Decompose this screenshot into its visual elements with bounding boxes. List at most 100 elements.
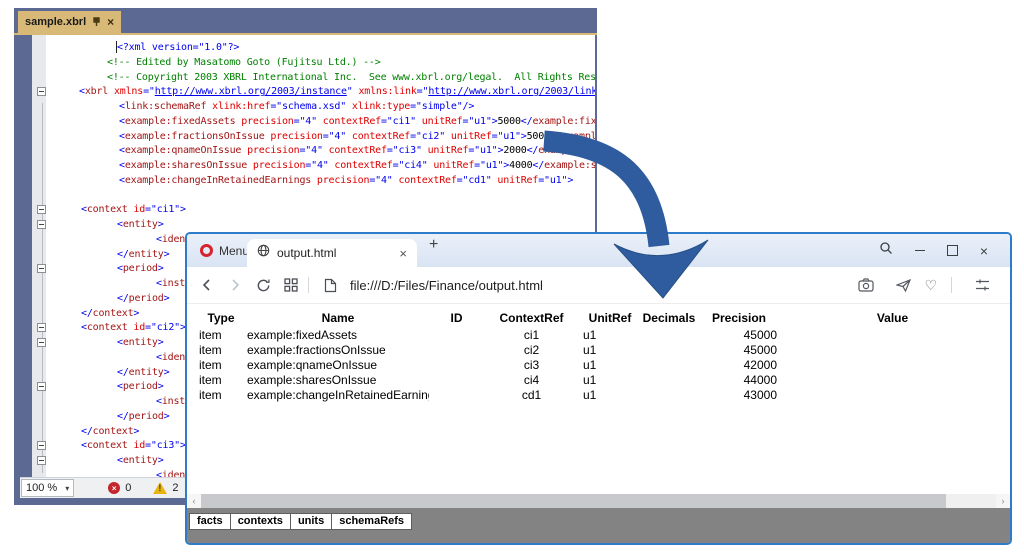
table-cell — [429, 387, 484, 402]
table-cell: u1 — [579, 357, 641, 372]
bottom-tab-bar: factscontextsunitsschemaRefs — [187, 508, 1010, 543]
column-header: Precision — [697, 310, 781, 327]
fold-marker[interactable] — [37, 338, 46, 347]
code-line: <entity> — [117, 455, 164, 467]
table-cell: u1 — [579, 372, 641, 387]
code-line: </context> — [81, 308, 139, 320]
table-cell: 44000 — [697, 372, 781, 387]
code-line: <example:changeInRetainedEarnings precis… — [119, 175, 573, 187]
table-cell: example:fractionsOnIssue — [247, 342, 429, 357]
code-line: <example:qnameOnIssue precision="4" cont… — [119, 145, 595, 157]
code-line: </entity> — [117, 367, 169, 379]
snapshot-camera-icon[interactable] — [854, 273, 878, 297]
fold-marker[interactable] — [37, 220, 46, 229]
table-cell: example:changeInRetainedEarnings — [247, 387, 429, 402]
code-line: <example:fixedAssets precision="4" conte… — [119, 116, 595, 128]
code-line: <!-- Edited by Masatomo Goto (Fujitsu Lt… — [107, 57, 381, 69]
page-content: TypeNameIDContextRefUnitRefDecimalsPreci… — [187, 304, 1010, 494]
code-line: <context id="ci3"> — [81, 440, 186, 452]
code-line: <period> — [117, 263, 164, 275]
toolbar-divider — [308, 277, 309, 293]
sheet-tab-contexts[interactable]: contexts — [231, 513, 291, 530]
column-header: Name — [247, 310, 429, 327]
warning-count: 2 — [172, 482, 178, 494]
back-icon[interactable] — [195, 273, 219, 297]
table-row: itemexample:changeInRetainedEarningscd1u… — [195, 387, 1004, 402]
error-count: 0 — [125, 482, 131, 494]
code-line: </period> — [117, 411, 169, 423]
fold-marker[interactable] — [37, 87, 46, 96]
tab-close-icon[interactable]: × — [399, 246, 407, 261]
new-tab-button[interactable]: + — [429, 236, 438, 254]
table-cell — [781, 387, 1004, 402]
table-cell — [429, 327, 484, 342]
table-cell — [641, 357, 697, 372]
code-line: <period> — [117, 381, 164, 393]
table-row: itemexample:qnameOnIssueci3u142000 — [195, 357, 1004, 372]
table-cell: example:qnameOnIssue — [247, 357, 429, 372]
table-cell — [781, 327, 1004, 342]
toolbar-right-icons: ♡ — [846, 273, 1010, 297]
fold-marker[interactable] — [37, 456, 46, 465]
window-controls: × — [879, 241, 1010, 260]
error-icon[interactable]: × — [108, 482, 120, 494]
browser-window: Menu output.html × + × — [185, 232, 1012, 545]
table-row: itemexample:fixedAssetsci1u145000 — [195, 327, 1004, 342]
sheet-tab-schemaRefs[interactable]: schemaRefs — [332, 513, 412, 530]
opera-logo-icon[interactable] — [200, 244, 213, 257]
address-bar[interactable]: file:///D:/Files/Finance/output.html — [350, 278, 543, 293]
table-cell: cd1 — [484, 387, 579, 402]
sheet-tab-units[interactable]: units — [291, 513, 332, 530]
code-line: <xbrl xmlns="http://www.xbrl.org/2003/in… — [79, 86, 595, 98]
table-row: itemexample:fractionsOnIssueci2u145000 — [195, 342, 1004, 357]
forward-icon[interactable] — [223, 273, 247, 297]
table-cell — [781, 342, 1004, 357]
table-cell — [429, 342, 484, 357]
send-to-device-icon[interactable] — [891, 273, 915, 297]
column-header: ID — [429, 310, 484, 327]
search-icon[interactable] — [879, 241, 893, 260]
browser-menu-button[interactable]: Menu — [219, 244, 249, 258]
minimize-button[interactable] — [915, 250, 925, 251]
table-cell: item — [195, 342, 247, 357]
pin-icon[interactable] — [92, 17, 101, 27]
table-cell — [429, 357, 484, 372]
code-line: </period> — [117, 293, 169, 305]
fold-marker[interactable] — [37, 205, 46, 214]
zoom-selector[interactable]: 100 % ▾ — [21, 479, 74, 497]
column-header: ContextRef — [484, 310, 579, 327]
table-cell: item — [195, 327, 247, 342]
browser-active-tab[interactable]: output.html × — [247, 239, 417, 267]
table-cell: item — [195, 372, 247, 387]
breakpoint-margin — [20, 35, 32, 478]
chevron-down-icon: ▾ — [65, 484, 69, 493]
sheet-tab-facts[interactable]: facts — [189, 513, 231, 530]
editor-document-tab[interactable]: sample.xbrl × — [18, 11, 121, 33]
close-icon[interactable]: × — [107, 17, 114, 27]
speed-dial-icon[interactable] — [279, 273, 303, 297]
fold-guide-line — [42, 103, 43, 473]
page-icon[interactable] — [318, 273, 342, 297]
fold-marker[interactable] — [37, 323, 46, 332]
scroll-right-arrow[interactable]: › — [996, 494, 1010, 508]
tune-sliders-icon[interactable] — [970, 273, 994, 297]
close-button[interactable]: × — [980, 246, 988, 256]
horizontal-scrollbar[interactable]: ‹ › — [187, 494, 1010, 508]
scroll-left-arrow[interactable]: ‹ — [187, 494, 201, 508]
reload-icon[interactable] — [251, 273, 275, 297]
fold-marker[interactable] — [37, 441, 46, 450]
warning-icon[interactable] — [153, 482, 167, 494]
table-cell: ci4 — [484, 372, 579, 387]
code-line: <entity> — [117, 337, 164, 349]
editor-tab-strip: sample.xbrl × — [14, 8, 597, 35]
browser-tab-bar: Menu output.html × + × — [187, 234, 1010, 267]
fold-marker[interactable] — [37, 382, 46, 391]
browser-toolbar: file:///D:/Files/Finance/output.html ♡ — [187, 267, 1010, 304]
maximize-button[interactable] — [947, 245, 958, 256]
fold-marker[interactable] — [37, 264, 46, 273]
scrollbar-thumb[interactable] — [201, 494, 946, 508]
code-line: <context id="ci2"> — [81, 322, 186, 334]
bookmark-heart-icon[interactable]: ♡ — [924, 279, 937, 291]
table-cell: item — [195, 357, 247, 372]
table-cell: 45000 — [697, 327, 781, 342]
